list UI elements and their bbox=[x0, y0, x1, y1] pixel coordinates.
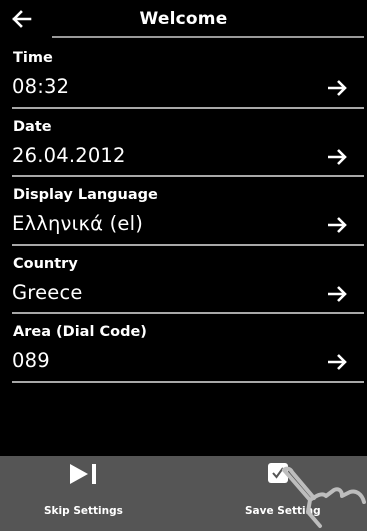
footer-bar: Skip Settings Save Setting bbox=[0, 456, 367, 531]
arrow-right-icon bbox=[325, 283, 349, 305]
setting-value: 08:32 bbox=[12, 75, 70, 98]
setting-label: Display Language bbox=[13, 187, 158, 203]
setting-row-display-language[interactable]: Display Language Ελληνικά (el) bbox=[0, 177, 367, 246]
setting-value: Greece bbox=[12, 280, 83, 304]
setting-value: 26.04.2012 bbox=[12, 143, 126, 167]
page-title: Welcome bbox=[139, 9, 228, 29]
skip-settings-button[interactable]: Skip Settings bbox=[0, 456, 183, 531]
setting-label: Time bbox=[13, 50, 53, 66]
setting-value: 089 bbox=[12, 349, 50, 372]
settings-list: Time 08:32 Date 26.04.2012 Display Langu… bbox=[0, 40, 367, 383]
arrow-right-icon bbox=[325, 351, 349, 373]
row-divider bbox=[12, 380, 364, 383]
setting-label: Country bbox=[13, 255, 78, 272]
setting-label: Area (Dial Code) bbox=[13, 324, 147, 340]
header-bar: Welcome bbox=[0, 0, 367, 40]
save-setting-button[interactable]: Save Setting bbox=[184, 456, 367, 531]
setting-row-date[interactable]: Date 26.04.2012 bbox=[0, 109, 367, 177]
skip-next-icon bbox=[70, 464, 96, 484]
checkbox-checked-icon bbox=[268, 463, 288, 483]
setting-label: Date bbox=[13, 118, 52, 135]
setting-row-time[interactable]: Time 08:32 bbox=[0, 40, 367, 109]
setting-row-country[interactable]: Country Greece bbox=[0, 246, 367, 314]
setting-row-area-code[interactable]: Area (Dial Code) 089 bbox=[0, 314, 367, 383]
title-divider bbox=[52, 36, 364, 38]
welcome-screen: Welcome Time 08:32 Date 26.04.2012 Displ… bbox=[0, 0, 367, 531]
arrow-right-icon bbox=[325, 77, 349, 99]
save-setting-label: Save Setting bbox=[245, 505, 321, 517]
setting-value: Ελληνικά (el) bbox=[12, 212, 144, 235]
skip-settings-label: Skip Settings bbox=[44, 505, 123, 517]
arrow-right-icon bbox=[325, 146, 349, 168]
arrow-right-icon bbox=[325, 214, 349, 236]
